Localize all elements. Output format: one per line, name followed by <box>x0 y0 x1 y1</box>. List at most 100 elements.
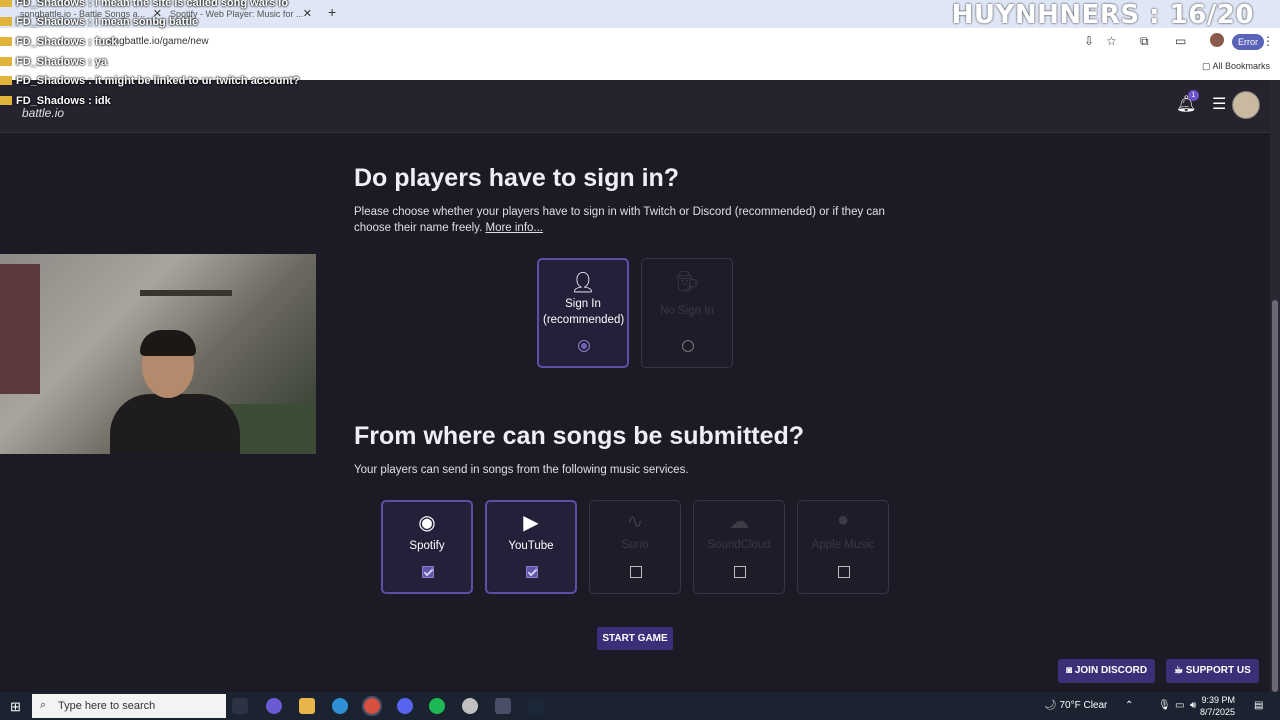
new-tab-button[interactable]: + <box>328 4 336 20</box>
hamburger-menu-icon[interactable]: ☰ <box>1212 94 1226 114</box>
file-explorer-icon[interactable] <box>299 698 315 714</box>
crown-icon <box>0 76 12 85</box>
chat-user: FD_Shadows <box>16 56 86 68</box>
steam-icon[interactable] <box>528 698 544 714</box>
support-us-label: SUPPORT US <box>1185 665 1251 676</box>
address-bar: ongbattle.io/game/new ⇩ ☆ ⧉ ▭ Error ⋮ <box>0 28 1280 56</box>
scrollbar-thumb[interactable] <box>1272 300 1278 692</box>
more-info-link[interactable]: More info... <box>485 222 543 234</box>
incognito-icon: 🕵︎ <box>674 271 700 293</box>
spotify-icon: ◉ <box>418 512 436 534</box>
source-spotify[interactable]: ◉ Spotify <box>381 500 473 594</box>
signin-option-sign-in[interactable]: 👤︎ Sign In (recommended) <box>537 258 629 368</box>
source-apple-music[interactable]: ● Apple Music <box>797 500 889 594</box>
signin-desc-text: Please choose whether your players have … <box>354 206 885 234</box>
checkbox-spotify[interactable] <box>422 566 434 578</box>
checkbox-youtube[interactable] <box>526 566 538 578</box>
source-label: YouTube <box>508 540 554 552</box>
join-discord-label: JOIN DISCORD <box>1074 665 1148 676</box>
taskbar-search-placeholder: Type here to search <box>58 700 156 712</box>
chat-message: FD_Shadows : idk <box>0 95 111 107</box>
chat-text: ya <box>94 56 108 68</box>
edge-icon[interactable] <box>332 698 348 714</box>
copilot-icon[interactable] <box>266 698 282 714</box>
error-badge[interactable]: Error <box>1232 34 1264 50</box>
chat-text: it might be linked to ur twitch account? <box>94 75 300 87</box>
source-soundcloud[interactable]: ☁ SoundCloud <box>693 500 785 594</box>
all-bookmarks-button[interactable]: ▢ All Bookmarks <box>1202 61 1270 72</box>
chat-text: fuck <box>94 36 118 48</box>
weather-text: 70°F Clear <box>1059 700 1108 711</box>
source-suno[interactable]: ∿ Suno <box>589 500 681 594</box>
user-avatar[interactable] <box>1232 91 1260 119</box>
stream-overlay-title: HUYNHNERS : 16/20 <box>951 0 1254 30</box>
network-icon[interactable]: ▭ <box>1175 700 1184 711</box>
signin-heading: Do players have to sign in? <box>354 164 680 192</box>
windows-taskbar: ⊞ ⌕ Type here to search 🌙︎ 70°F Clear ⌃ … <box>0 692 1280 720</box>
chat-user: FD_Shadows <box>16 36 86 48</box>
shelf <box>140 290 232 296</box>
kebab-menu-icon[interactable]: ⋮ <box>1262 34 1274 48</box>
volume-icon[interactable]: 🔊︎ <box>1190 700 1196 711</box>
clock-date: 8/7/2025 <box>1200 707 1236 717</box>
notification-badge: 1 <box>1188 90 1199 101</box>
chat-user: FD_Shadows <box>16 16 86 28</box>
checkbox-suno[interactable] <box>630 566 642 578</box>
cast-icon[interactable]: ▭ <box>1175 34 1186 48</box>
join-discord-button[interactable]: ◙ JOIN DISCORD <box>1058 659 1156 683</box>
notifications-icon[interactable]: ▤ <box>1254 700 1263 711</box>
suno-icon: ∿ <box>626 511 644 533</box>
url-field[interactable]: ongbattle.io/game/new <box>108 36 209 47</box>
signin-description: Please choose whether your players have … <box>354 204 924 236</box>
chat-user: FD_Shadows <box>16 95 86 107</box>
coffee-icon: ☕︎ <box>1174 665 1183 676</box>
microphone-icon[interactable]: 🎙︎ <box>1158 700 1171 711</box>
chrome-icon[interactable] <box>362 696 382 716</box>
checkbox-soundcloud[interactable] <box>734 566 746 578</box>
obs-icon[interactable] <box>462 698 478 714</box>
streamer-body <box>110 394 240 454</box>
wall-poster <box>0 264 40 394</box>
soundcloud-icon: ☁ <box>729 511 749 533</box>
crown-icon <box>0 17 12 26</box>
source-youtube[interactable]: ▶ YouTube <box>485 500 577 594</box>
radio-no-sign-in[interactable] <box>682 340 694 352</box>
webcam-overlay <box>0 254 316 454</box>
star-icon[interactable]: ☆ <box>1106 34 1117 48</box>
start-game-button[interactable]: START GAME <box>597 627 673 650</box>
chat-message: FD_Shadows : fuck <box>0 36 117 48</box>
close-icon[interactable]: ✕ <box>303 5 312 23</box>
chat-user: FD_Shadows <box>16 75 86 87</box>
profile-avatar[interactable] <box>1210 33 1224 47</box>
chat-message: FD_Shadows : i mean the site is called s… <box>0 0 288 9</box>
all-bookmarks-label: All Bookmarks <box>1212 61 1270 71</box>
sources-description: Your players can send in songs from the … <box>354 464 689 476</box>
taskbar-search[interactable]: ⌕ Type here to search <box>32 694 226 718</box>
site-logo[interactable]: battle.io <box>22 106 64 120</box>
support-us-button[interactable]: ☕︎ SUPPORT US <box>1166 659 1259 683</box>
system-clock[interactable]: 9:39 PM 8/7/2025 <box>1200 694 1235 718</box>
app-icon[interactable] <box>495 698 511 714</box>
weather-widget[interactable]: 🌙︎ 70°F Clear <box>1044 700 1107 711</box>
site-header: battle.io 🔔︎ 1 ☰ <box>0 80 1270 133</box>
extensions-icon[interactable]: ⧉ <box>1140 34 1149 49</box>
spotify-app-icon[interactable] <box>429 698 445 714</box>
tray-chevron-icon[interactable]: ⌃ <box>1125 700 1133 711</box>
chat-message: FD_Shadows : it might be linked to ur tw… <box>0 75 300 87</box>
chat-text: i mean the site is called song wars io <box>94 0 289 9</box>
apple-music-icon: ● <box>836 509 850 531</box>
crown-icon <box>0 57 12 66</box>
signin-option-no-sign-in[interactable]: 🕵︎ No Sign In <box>641 258 733 368</box>
clock-time: 9:39 PM <box>1201 695 1236 705</box>
streamer-hair <box>140 330 196 356</box>
source-label: SoundCloud <box>707 539 771 551</box>
install-icon[interactable]: ⇩ <box>1084 34 1094 48</box>
discord-app-icon[interactable] <box>397 698 413 714</box>
checkbox-apple-music[interactable] <box>838 566 850 578</box>
source-label: Spotify <box>409 540 445 552</box>
task-view-icon[interactable] <box>232 698 248 714</box>
windows-start-icon[interactable]: ⊞ <box>10 699 21 715</box>
radio-sign-in[interactable] <box>578 340 590 352</box>
chat-text: idk <box>94 95 111 107</box>
discord-icon: ◙ <box>1066 665 1073 676</box>
